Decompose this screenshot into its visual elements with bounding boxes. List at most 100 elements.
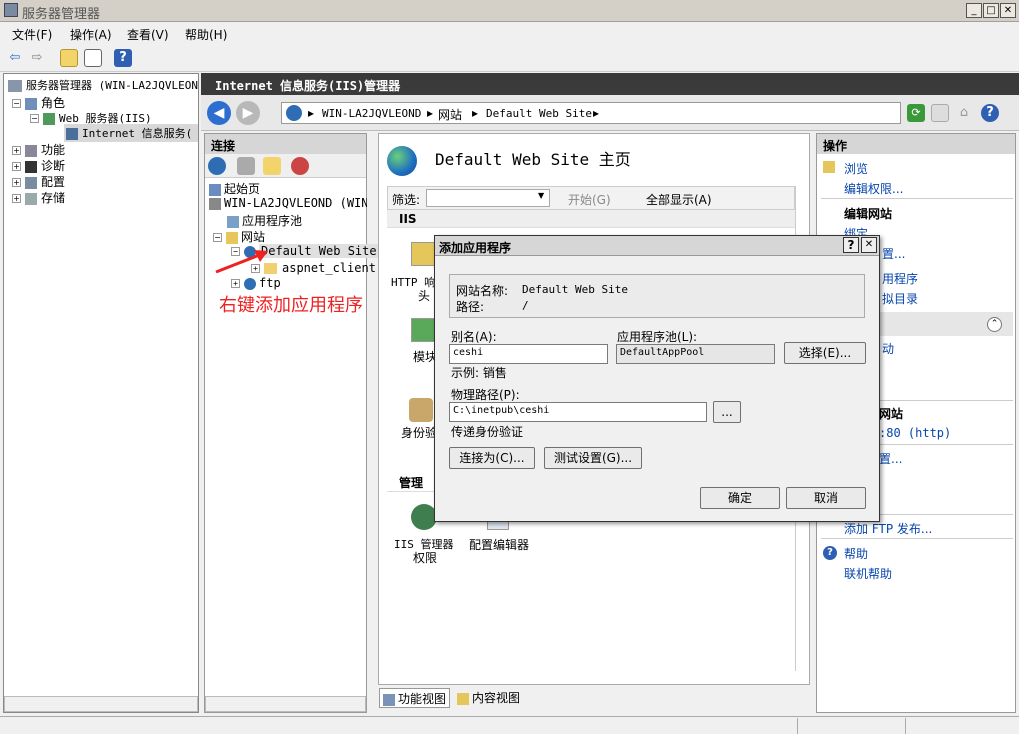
menu-view[interactable]: 查看(V)	[127, 26, 169, 43]
close-button[interactable]: ✕	[1000, 3, 1016, 18]
action-edit-permissions[interactable]: 编辑权限...	[844, 180, 903, 197]
select-app-pool-button[interactable]: 选择(E)...	[784, 342, 866, 364]
server-icon	[8, 79, 22, 92]
dialog-titlebar: 添加应用程序 ? ✕	[435, 236, 879, 256]
features-icon	[25, 144, 37, 157]
menu-action[interactable]: 操作(A)	[70, 26, 112, 43]
back-nav-button[interactable]: ◀	[207, 101, 231, 125]
filter-dropdown-icon[interactable]: ▼	[538, 191, 544, 200]
left-horizontal-scrollbar[interactable]	[4, 696, 198, 712]
tab-feature-view[interactable]: 功能视图	[379, 688, 451, 708]
ok-button[interactable]: 确定	[700, 487, 780, 509]
home-icon[interactable]: ⌂	[955, 104, 973, 122]
action-view-vdirs[interactable]: 拟目录	[882, 290, 918, 307]
main-toolbar: ⇦ ⇨ ?	[0, 44, 1019, 72]
actions-title: 操作	[817, 134, 1015, 154]
disconnect-icon[interactable]	[291, 157, 309, 175]
connect-as-button[interactable]: 连接为(C)...	[449, 447, 535, 469]
breadcrumb-sites[interactable]: 网站	[438, 106, 462, 123]
minimize-button[interactable]: _	[966, 3, 982, 18]
filter-input[interactable]	[426, 189, 550, 207]
help-dropdown-icon[interactable]: ?	[981, 104, 999, 122]
feature-config-editor-label[interactable]: 配置编辑器	[469, 536, 529, 553]
action-browse-port-80[interactable]: :80 (http)	[879, 426, 951, 440]
conn-item-sites[interactable]: − 网站	[213, 228, 265, 245]
show-all-button[interactable]: 全部显示(A)	[646, 191, 712, 208]
action-online-help[interactable]: 联机帮助	[844, 565, 892, 582]
feature-http-label2[interactable]: 头	[418, 287, 430, 304]
feature-auth-label[interactable]: 身份验	[401, 424, 437, 441]
save-icon[interactable]	[237, 157, 255, 175]
collapse-section-icon[interactable]: ⌃	[987, 317, 1002, 332]
web-server-icon	[43, 112, 55, 125]
tree-item-server-manager[interactable]: 服务器管理器 (WIN-LA2JQVLEON	[8, 77, 198, 93]
show-hide-icon[interactable]	[84, 49, 102, 67]
test-settings-button[interactable]: 测试设置(G)...	[544, 447, 642, 469]
dialog-help-button[interactable]: ?	[843, 237, 859, 253]
expand-icon[interactable]: +	[12, 194, 21, 203]
action-advanced-settings[interactable]: 置...	[879, 450, 902, 467]
stop-icon[interactable]	[931, 104, 949, 122]
menu-file[interactable]: 文件(F)	[12, 26, 52, 43]
collapse-icon[interactable]: −	[30, 114, 39, 123]
menu-help[interactable]: 帮助(H)	[185, 26, 227, 43]
conn-item-start-page[interactable]: 起始页	[209, 180, 260, 197]
start-page-icon	[209, 183, 221, 196]
status-bar	[0, 716, 1019, 734]
server-manager-icon	[4, 3, 18, 17]
expand-icon[interactable]: +	[12, 162, 21, 171]
start-filter-button[interactable]: 开始(G)	[568, 191, 611, 208]
feature-iis-mgr-label2[interactable]: 权限	[413, 549, 437, 566]
page-title: Default Web Site 主页	[435, 150, 631, 169]
action-start[interactable]: 动	[882, 340, 894, 357]
breadcrumb-default-site[interactable]: Default Web Site	[486, 107, 592, 120]
breadcrumb-server[interactable]: WIN-LA2JQVLEOND	[322, 107, 421, 120]
action-view-applications[interactable]: 用程序	[882, 270, 918, 287]
conn-item-server[interactable]: WIN-LA2JQVLEOND (WIN-LA	[209, 196, 367, 210]
http-headers-icon[interactable]	[411, 242, 435, 266]
forward-arrow-icon[interactable]: ⇨	[28, 49, 46, 67]
conn-horizontal-scrollbar[interactable]	[205, 696, 366, 712]
feature-view-icon	[383, 693, 395, 706]
expand-icon[interactable]: +	[12, 146, 21, 155]
action-help[interactable]: 帮助	[844, 545, 868, 562]
collapse-icon[interactable]: −	[12, 99, 21, 108]
dialog-close-button[interactable]: ✕	[861, 237, 877, 253]
connect-globe-icon[interactable]	[208, 157, 226, 175]
pass-through-auth-label: 传递身份验证	[451, 425, 524, 439]
alias-input[interactable]: ceshi	[449, 344, 608, 364]
expand-icon[interactable]: +	[231, 279, 240, 288]
maximize-button[interactable]: □	[983, 3, 999, 18]
site-info-box: 网站名称: Default Web Site 路径: /	[449, 274, 865, 318]
tree-item-iis[interactable]: Internet 信息服务(	[64, 124, 198, 142]
refresh-icon[interactable]: ⟳	[907, 104, 925, 122]
app-pool-field: DefaultAppPool	[616, 344, 775, 364]
expand-icon[interactable]: +	[12, 178, 21, 187]
action-basic-settings[interactable]: 置...	[882, 245, 905, 262]
forward-nav-button[interactable]: ▶	[236, 101, 260, 125]
conn-item-app-pools[interactable]: 应用程序池	[227, 212, 302, 229]
conn-item-ftp[interactable]: + ftp	[231, 276, 281, 290]
help-icon[interactable]: ?	[114, 49, 132, 67]
tree-item-storage[interactable]: + 存储	[12, 189, 65, 206]
tree-item-features[interactable]: + 功能	[12, 141, 65, 158]
browse-path-button[interactable]: ...	[713, 401, 741, 423]
connections-panel: 连接 起始页 WIN-LA2JQVLEOND (WIN-LA 应用程序池 −网站…	[204, 133, 379, 713]
tree-item-diagnostics[interactable]: + 诊断	[12, 157, 65, 174]
authentication-icon[interactable]	[409, 398, 433, 422]
up-folder-icon[interactable]	[60, 49, 78, 67]
path-label: 路径:	[456, 300, 485, 314]
collapse-icon[interactable]: −	[213, 233, 222, 242]
action-add-ftp[interactable]: 添加 FTP 发布...	[844, 520, 932, 537]
physical-path-input[interactable]: C:\inetpub\ceshi	[449, 402, 707, 422]
modules-icon[interactable]	[411, 318, 435, 342]
cancel-button[interactable]: 取消	[786, 487, 866, 509]
red-arrow-annotation	[215, 250, 268, 274]
tree-item-roles[interactable]: − 角色	[12, 94, 65, 111]
tab-content-view[interactable]: 内容视图	[454, 688, 523, 708]
up-folder-icon[interactable]	[263, 157, 281, 175]
tree-item-config[interactable]: + 配置	[12, 173, 65, 190]
address-bar: ◀ ▶ ▸ WIN-LA2JQVLEOND ▸ 网站 ▸ Default Web…	[201, 95, 1019, 131]
back-arrow-icon[interactable]: ⇦	[6, 49, 24, 67]
action-browse[interactable]: 浏览	[844, 160, 868, 177]
